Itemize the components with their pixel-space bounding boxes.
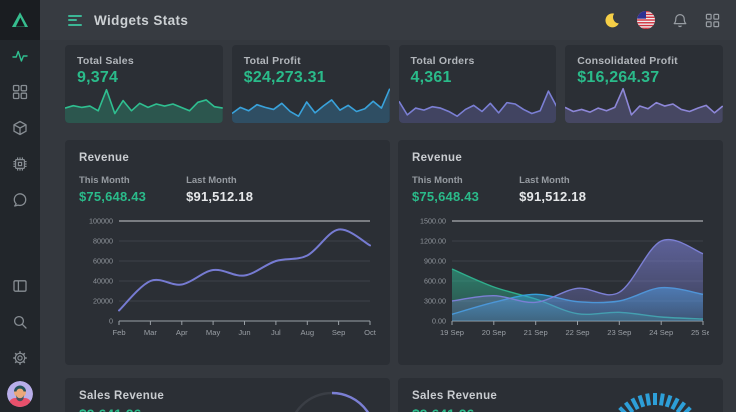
main-content: Total Sales 9,374 Total Profit $24,273.3…	[40, 40, 736, 412]
app-logo[interactable]	[0, 0, 40, 40]
svg-text:25 Sep: 25 Sep	[691, 328, 709, 337]
sparkline-chart	[232, 83, 390, 123]
donut-chart	[270, 378, 390, 412]
card-title: Revenue	[412, 152, 709, 164]
svg-text:Aug: Aug	[301, 328, 315, 337]
this-month-block: This Month $75,648.43	[412, 175, 479, 204]
svg-text:21 Sep: 21 Sep	[524, 328, 548, 337]
apps-grid-icon[interactable]	[705, 13, 720, 28]
svg-text:22 Sep: 22 Sep	[565, 328, 589, 337]
svg-text:0.00: 0.00	[432, 317, 446, 326]
svg-text:1200.00: 1200.00	[420, 237, 446, 246]
sales-revenue-card-gauge: Sales Revenue $9,641.26	[398, 378, 723, 412]
gauge-chart	[590, 378, 720, 412]
stat-label: Consolidated Profit	[577, 55, 711, 67]
svg-text:Jul: Jul	[271, 328, 281, 337]
settings-gear-icon[interactable]	[12, 350, 28, 366]
revenue-stats: This Month $75,648.43 Last Month $91,512…	[79, 175, 376, 204]
this-month-label: This Month	[79, 175, 146, 186]
cube-icon[interactable]	[12, 120, 28, 136]
menu-toggle-icon[interactable]	[68, 15, 82, 26]
revenue-row: Revenue This Month $75,648.43 Last Month…	[65, 140, 723, 365]
sidebar	[0, 0, 40, 412]
this-month-value: $75,648.43	[412, 189, 479, 204]
sparkline-chart	[565, 83, 723, 123]
topbar: Widgets Stats	[40, 0, 736, 40]
svg-text:Feb: Feb	[112, 328, 125, 337]
bell-icon[interactable]	[672, 12, 688, 28]
sales-revenue-row: Sales Revenue $9,641.26 Sales Revenue $9…	[65, 378, 723, 412]
stat-label: Total Profit	[244, 55, 378, 67]
revenue-card-line: Revenue This Month $75,648.43 Last Month…	[65, 140, 390, 365]
dashboard-grid-icon[interactable]	[12, 84, 28, 100]
revenue-area-chart: 0.00 300.00 600.00 900.00 1200.00 1500.00 19 S…	[412, 211, 709, 345]
moon-icon[interactable]	[603, 12, 620, 29]
last-month-label: Last Month	[186, 175, 253, 186]
sparkline-chart	[65, 83, 223, 123]
last-month-block: Last Month $91,512.18	[186, 175, 253, 204]
svg-text:Apr: Apr	[176, 328, 188, 337]
svg-text:900.00: 900.00	[424, 257, 446, 266]
svg-text:23 Sep: 23 Sep	[607, 328, 631, 337]
chat-icon[interactable]	[12, 192, 28, 208]
logo-triangle-icon	[6, 6, 34, 34]
last-month-label: Last Month	[519, 175, 586, 186]
sidebar-nav	[0, 40, 40, 407]
stat-card-total-sales: Total Sales 9,374	[65, 45, 223, 123]
last-month-block: Last Month $91,512.18	[519, 175, 586, 204]
revenue-line-chart: 0 20000 40000 60000 80000 100000 Feb Mar Apr May J…	[79, 211, 376, 345]
this-month-block: This Month $75,648.43	[79, 175, 146, 204]
topbar-actions	[603, 11, 736, 29]
card-title: Revenue	[79, 152, 376, 164]
sales-revenue-card-donut: Sales Revenue $9,641.26	[65, 378, 390, 412]
user-avatar[interactable]	[7, 381, 33, 407]
svg-text:Oct: Oct	[364, 328, 376, 337]
svg-text:600.00: 600.00	[424, 277, 446, 286]
cpu-icon[interactable]	[12, 156, 28, 172]
svg-text:20000: 20000	[93, 297, 113, 306]
last-month-value: $91,512.18	[519, 189, 586, 204]
svg-text:24 Sep: 24 Sep	[649, 328, 673, 337]
stat-card-total-orders: Total Orders 4,361	[399, 45, 557, 123]
stat-label: Total Orders	[411, 55, 545, 67]
svg-text:40000: 40000	[93, 277, 113, 286]
svg-text:60000: 60000	[93, 257, 113, 266]
avatar-image	[7, 381, 33, 407]
svg-text:May: May	[206, 328, 221, 337]
svg-text:20 Sep: 20 Sep	[482, 328, 506, 337]
stat-label: Total Sales	[77, 55, 211, 67]
svg-text:1500.00: 1500.00	[420, 217, 446, 226]
page-title: Widgets Stats	[94, 13, 188, 28]
revenue-stats: This Month $75,648.43 Last Month $91,512…	[412, 175, 709, 204]
stat-card-total-profit: Total Profit $24,273.31	[232, 45, 390, 123]
this-month-label: This Month	[412, 175, 479, 186]
us-flag-icon[interactable]	[637, 11, 655, 29]
revenue-card-area: Revenue This Month $75,648.43 Last Month…	[398, 140, 723, 365]
svg-text:Sep: Sep	[332, 328, 346, 337]
this-month-value: $75,648.43	[79, 189, 146, 204]
svg-text:300.00: 300.00	[424, 297, 446, 306]
svg-text:19 Sep: 19 Sep	[440, 328, 464, 337]
svg-text:80000: 80000	[93, 237, 113, 246]
svg-text:Mar: Mar	[144, 328, 158, 337]
activity-icon[interactable]	[12, 48, 28, 64]
svg-text:Jun: Jun	[238, 328, 250, 337]
svg-text:0: 0	[109, 317, 113, 326]
search-icon[interactable]	[12, 314, 28, 330]
stat-card-consolidated-profit: Consolidated Profit $16,264.37	[565, 45, 723, 123]
svg-text:100000: 100000	[89, 217, 113, 226]
layout-icon[interactable]	[12, 278, 28, 294]
stat-cards-row: Total Sales 9,374 Total Profit $24,273.3…	[65, 45, 723, 123]
last-month-value: $91,512.18	[186, 189, 253, 204]
sparkline-chart	[399, 83, 557, 123]
